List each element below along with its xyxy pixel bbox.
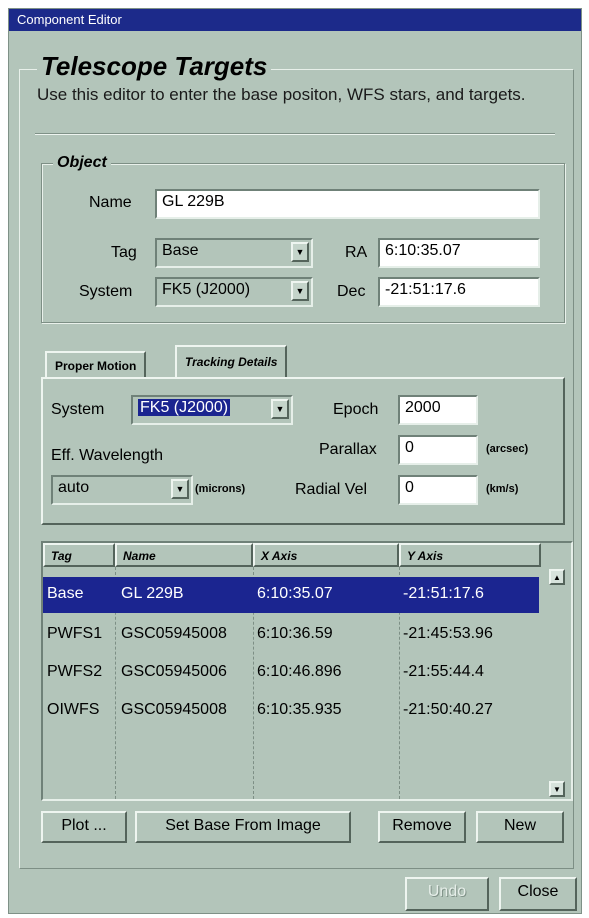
radial-vel-field[interactable]: 0 bbox=[398, 475, 478, 505]
ra-label: RA bbox=[345, 244, 368, 261]
row-y-axis: -21:51:17.6 bbox=[403, 585, 484, 602]
parallax-field[interactable]: 0 bbox=[398, 435, 478, 465]
parallax-label: Parallax bbox=[319, 441, 377, 458]
close-button[interactable]: Close bbox=[499, 877, 577, 911]
table-scrollbar[interactable]: ▲ ▼ bbox=[547, 567, 569, 799]
tab-proper-motion[interactable]: Proper Motion bbox=[45, 351, 147, 378]
new-button[interactable]: New bbox=[476, 811, 564, 843]
row-x-axis: 6:10:35.935 bbox=[257, 701, 342, 718]
row-y-axis: -21:50:40.27 bbox=[403, 701, 493, 718]
row-tag: PWFS2 bbox=[47, 663, 103, 680]
remove-button[interactable]: Remove bbox=[378, 811, 466, 843]
column-header-y-axis[interactable]: Y Axis bbox=[399, 543, 541, 567]
row-y-axis: -21:45:53.96 bbox=[403, 625, 493, 642]
tracking-system-select[interactable]: FK5 (J2000) ▼ bbox=[131, 395, 293, 425]
tracking-system-label: System bbox=[51, 401, 105, 418]
column-header-name[interactable]: Name bbox=[115, 543, 253, 567]
chevron-down-icon[interactable]: ▼ bbox=[291, 281, 309, 301]
chevron-down-icon[interactable]: ▼ bbox=[291, 242, 309, 262]
ra-field[interactable]: 6:10:35.07 bbox=[378, 238, 540, 268]
dec-field[interactable]: -21:51:17.6 bbox=[378, 277, 540, 307]
column-header-x-axis[interactable]: X Axis bbox=[253, 543, 399, 567]
tracking-system-value: FK5 (J2000) bbox=[138, 399, 231, 416]
tag-select[interactable]: Base ▼ bbox=[155, 238, 313, 268]
column-header-tag[interactable]: Tag bbox=[43, 543, 115, 567]
table-row[interactable]: PWFS1 GSC05945008 6:10:36.59 -21:45:53.9… bbox=[43, 617, 539, 653]
table-row[interactable]: OIWFS GSC05945008 6:10:35.935 -21:50:40.… bbox=[43, 693, 539, 729]
row-tag: PWFS1 bbox=[47, 625, 103, 642]
tag-label: Tag bbox=[111, 244, 137, 261]
row-name: GL 229B bbox=[121, 585, 184, 602]
table-row[interactable]: Base GL 229B 6:10:35.07 -21:51:17.6 bbox=[43, 577, 539, 613]
row-tag: Base bbox=[47, 585, 84, 602]
page-title: Telescope Targets bbox=[37, 51, 272, 82]
targets-table: Tag Name X Axis Y Axis Base GL 229B 6:10… bbox=[41, 541, 573, 801]
eff-wavelength-select[interactable]: auto ▼ bbox=[51, 475, 193, 505]
set-base-from-image-button[interactable]: Set Base From Image bbox=[135, 811, 351, 843]
eff-wavelength-unit: (microns) bbox=[195, 483, 246, 495]
dec-label: Dec bbox=[337, 283, 366, 300]
system-label: System bbox=[79, 283, 133, 300]
system-select[interactable]: FK5 (J2000) ▼ bbox=[155, 277, 313, 307]
tag-select-value: Base bbox=[162, 242, 199, 259]
eff-wavelength-label: Eff. Wavelength bbox=[51, 447, 164, 464]
row-tag: OIWFS bbox=[47, 701, 100, 718]
component-editor-window: Component Editor Telescope Targets Use t… bbox=[8, 8, 582, 914]
header-separator bbox=[35, 133, 555, 135]
page-description: Use this editor to enter the base posito… bbox=[37, 85, 526, 104]
row-name: GSC05945008 bbox=[121, 701, 227, 718]
epoch-field[interactable]: 2000 bbox=[398, 395, 478, 425]
row-x-axis: 6:10:36.59 bbox=[257, 625, 333, 642]
object-group-legend: Object bbox=[53, 154, 111, 172]
name-label: Name bbox=[89, 194, 132, 211]
epoch-label: Epoch bbox=[333, 401, 379, 418]
chevron-down-icon[interactable]: ▼ bbox=[271, 399, 289, 419]
system-select-value: FK5 (J2000) bbox=[162, 281, 251, 298]
name-field[interactable]: GL 229B bbox=[155, 189, 540, 219]
radial-vel-unit: (km/s) bbox=[486, 483, 519, 495]
table-row[interactable]: PWFS2 GSC05945006 6:10:46.896 -21:55:44.… bbox=[43, 655, 539, 691]
row-y-axis: -21:55:44.4 bbox=[403, 663, 484, 680]
chevron-down-icon[interactable]: ▼ bbox=[171, 479, 189, 499]
undo-button[interactable]: Undo bbox=[405, 877, 489, 911]
tab-tracking-details[interactable]: Tracking Details bbox=[175, 345, 288, 378]
scroll-up-arrow-icon[interactable]: ▲ bbox=[549, 569, 565, 585]
scroll-down-arrow-icon[interactable]: ▼ bbox=[549, 781, 565, 797]
window-titlebar[interactable]: Component Editor bbox=[9, 9, 581, 31]
eff-wavelength-value: auto bbox=[58, 479, 90, 496]
parallax-unit: (arcsec) bbox=[486, 443, 529, 455]
row-x-axis: 6:10:35.07 bbox=[257, 585, 333, 602]
plot-button[interactable]: Plot ... bbox=[41, 811, 127, 843]
radial-vel-label: Radial Vel bbox=[295, 481, 368, 498]
row-name: GSC05945008 bbox=[121, 625, 227, 642]
row-name: GSC05945006 bbox=[121, 663, 227, 680]
row-x-axis: 6:10:46.896 bbox=[257, 663, 342, 680]
